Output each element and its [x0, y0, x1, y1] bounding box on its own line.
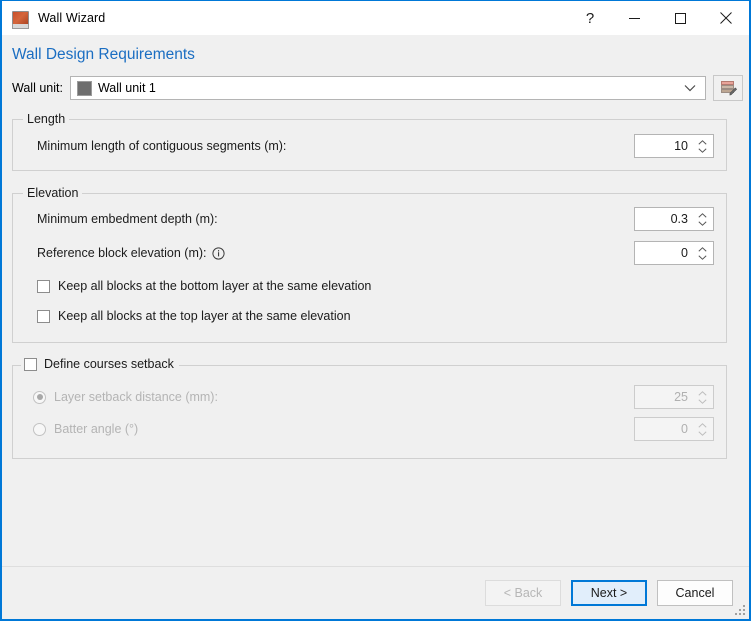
- setback-group: Define courses setback Layer setback dis…: [12, 357, 727, 459]
- batter-angle-radio: [33, 422, 46, 436]
- chevron-down-icon: [698, 220, 707, 226]
- minimize-icon: [628, 17, 640, 19]
- brick-top-icon: [720, 81, 734, 85]
- length-group: Length Minimum length of contiguous segm…: [12, 112, 727, 171]
- batter-angle-label: Batter angle (°): [54, 422, 139, 436]
- info-icon[interactable]: [211, 246, 225, 260]
- wall-unit-row: Wall unit: Wall unit 1: [12, 75, 749, 101]
- min-segment-length-row: Minimum length of contiguous segments (m…: [25, 133, 714, 159]
- elevation-group-legend: Elevation: [23, 186, 83, 201]
- keep-top-layer-label: Keep all blocks at the top layer at the …: [58, 309, 351, 323]
- footer: < Back Next > Cancel: [2, 567, 749, 619]
- batter-angle-spinner: 0: [634, 417, 714, 441]
- wall-unit-color-swatch: [76, 80, 92, 96]
- keep-bottom-layer-label: Keep all blocks at the bottom layer at t…: [58, 279, 372, 293]
- chevron-up-icon: [698, 246, 707, 252]
- wall-block-icon: [11, 9, 29, 29]
- batter-angle-value: 0: [681, 422, 688, 436]
- keep-bottom-layer-checkbox[interactable]: [37, 279, 50, 293]
- reference-block-elevation-label: Reference block elevation (m):: [37, 246, 225, 260]
- maximize-button[interactable]: [657, 1, 703, 35]
- close-button[interactable]: [703, 1, 749, 35]
- resize-grip-icon[interactable]: [735, 605, 746, 616]
- min-embedment-depth-label: Minimum embedment depth (m):: [37, 212, 218, 226]
- client-area: Wall Design Requirements Wall unit: Wall…: [2, 35, 749, 619]
- chevron-down-icon: [698, 430, 707, 436]
- layer-setback-distance-value: 25: [674, 390, 688, 404]
- chevron-down-icon: [698, 398, 707, 404]
- chevron-up-icon: [698, 139, 707, 145]
- spinner-arrows[interactable]: [694, 135, 713, 157]
- pencil-icon: [729, 87, 737, 96]
- layer-setback-distance-label: Layer setback distance (mm):: [54, 390, 218, 404]
- layer-setback-distance-spinner: 25: [634, 385, 714, 409]
- window-controls: ?: [569, 1, 749, 35]
- chevron-down-icon: [698, 254, 707, 260]
- edit-wall-unit-button[interactable]: [712, 75, 743, 101]
- wall-unit-selected-value: Wall unit 1: [97, 81, 156, 95]
- spinner-arrows[interactable]: [694, 242, 713, 264]
- layer-setback-distance-radio: [33, 390, 46, 404]
- min-embedment-depth-spinner[interactable]: 0.3: [634, 207, 714, 231]
- reference-block-elevation-value: 0: [681, 246, 688, 260]
- page-title: Wall Design Requirements: [12, 46, 195, 63]
- next-button[interactable]: Next >: [571, 580, 647, 606]
- chevron-up-icon: [698, 390, 707, 396]
- reference-block-elevation-row: Reference block elevation (m): 0: [25, 240, 714, 266]
- spinner-arrows: [694, 418, 713, 440]
- min-embedment-depth-value: 0.3: [670, 212, 688, 226]
- reference-block-elevation-spinner[interactable]: 0: [634, 241, 714, 265]
- window-title: Wall Wizard: [38, 11, 106, 25]
- define-courses-setback-checkbox[interactable]: [24, 358, 37, 371]
- close-icon: [720, 12, 732, 24]
- back-button[interactable]: < Back: [485, 580, 561, 606]
- title-bar: Wall Wizard ?: [2, 1, 749, 35]
- wall-unit-combobox[interactable]: Wall unit 1: [69, 76, 706, 100]
- min-segment-length-value: 10: [674, 139, 688, 153]
- length-group-legend: Length: [23, 112, 70, 127]
- batter-angle-row: Batter angle (°) 0: [33, 416, 714, 442]
- elevation-group: Elevation Minimum embedment depth (m): 0…: [12, 186, 727, 343]
- keep-top-layer-checkbox[interactable]: [37, 309, 50, 323]
- chevron-down-icon: [698, 147, 707, 153]
- setback-group-legend-label: Define courses setback: [44, 357, 174, 371]
- wall-unit-label: Wall unit:: [12, 81, 63, 95]
- help-button[interactable]: ?: [569, 1, 611, 35]
- maximize-icon: [674, 12, 686, 24]
- setback-group-legend[interactable]: Define courses setback: [21, 357, 179, 372]
- cancel-button[interactable]: Cancel: [657, 580, 733, 606]
- spinner-arrows[interactable]: [694, 208, 713, 230]
- min-segment-length-spinner[interactable]: 10: [634, 134, 714, 158]
- layer-setback-distance-row: Layer setback distance (mm): 25: [33, 384, 714, 410]
- spinner-arrows: [694, 386, 713, 408]
- chevron-up-icon: [698, 422, 707, 428]
- wall-wizard-window: Wall Wizard ? Wall Design Requirements W…: [0, 0, 751, 621]
- keep-top-layer-checkbox-row[interactable]: Keep all blocks at the top layer at the …: [37, 304, 714, 328]
- min-segment-length-label: Minimum length of contiguous segments (m…: [37, 139, 287, 153]
- keep-bottom-layer-checkbox-row[interactable]: Keep all blocks at the bottom layer at t…: [37, 274, 714, 298]
- reference-block-elevation-text: Reference block elevation (m):: [37, 246, 207, 260]
- minimize-button[interactable]: [611, 1, 657, 35]
- chevron-up-icon: [698, 212, 707, 218]
- min-embedment-depth-row: Minimum embedment depth (m): 0.3: [25, 206, 714, 232]
- chevron-down-icon: [684, 81, 696, 95]
